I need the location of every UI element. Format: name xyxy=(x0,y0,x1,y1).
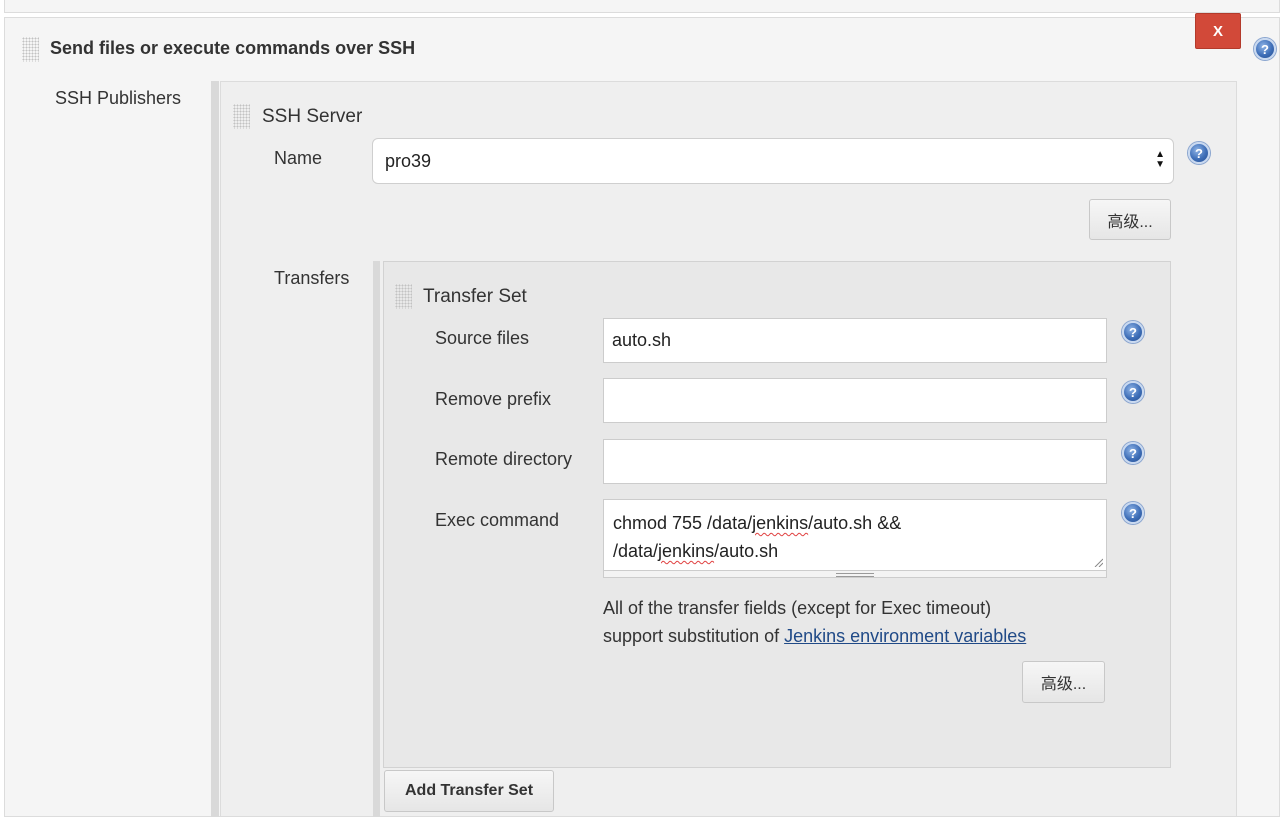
transfer-set-drag-handle-icon[interactable] xyxy=(395,284,412,309)
exec-command-help-icon[interactable]: ? xyxy=(1122,502,1144,524)
env-variables-link[interactable]: Jenkins environment variables xyxy=(784,626,1026,646)
remote-directory-help-icon[interactable]: ? xyxy=(1122,442,1144,464)
remove-prefix-label: Remove prefix xyxy=(435,389,552,409)
exec-command-line-2: /data/jenkins/auto.sh xyxy=(613,541,779,561)
note-line-2: support substitution of Jenkins environm… xyxy=(603,626,1027,646)
source-files-label: Source files xyxy=(435,328,530,348)
note-line-1: All of the transfer fields (except for E… xyxy=(603,598,992,618)
publishers-list-bar xyxy=(211,81,219,817)
exec-command-textarea[interactable]: chmod 755 /data/jenkins/auto.sh && /data… xyxy=(603,499,1107,571)
resize-corner-icon[interactable] xyxy=(1093,557,1103,567)
server-name-value: pro39 xyxy=(385,150,432,171)
server-name-select[interactable]: pro39 ▲ ▼ xyxy=(372,138,1174,184)
add-transfer-set-button[interactable]: Add Transfer Set xyxy=(384,770,554,812)
ssh-server-title: SSH Server xyxy=(262,106,363,127)
transfer-set-title: Transfer Set xyxy=(423,286,527,307)
remove-prefix-help-icon[interactable]: ? xyxy=(1122,381,1144,403)
transfers-list-bar xyxy=(373,261,380,817)
remote-directory-input[interactable] xyxy=(603,439,1107,484)
chevron-updown-icon: ▲ ▼ xyxy=(1155,149,1165,170)
remote-directory-label: Remote directory xyxy=(435,449,573,469)
delete-section-button[interactable]: X xyxy=(1195,13,1241,49)
exec-command-label: Exec command xyxy=(435,510,560,530)
source-files-help-icon[interactable]: ? xyxy=(1122,321,1144,343)
substitution-note: All of the transfer fields (except for E… xyxy=(603,594,1026,650)
name-label: Name xyxy=(274,148,323,168)
section-title: Send files or execute commands over SSH xyxy=(50,38,416,58)
transfer-advanced-button[interactable]: 高级... xyxy=(1022,661,1105,703)
section-help-icon[interactable]: ? xyxy=(1254,38,1276,60)
name-help-icon[interactable]: ? xyxy=(1188,142,1210,164)
section-drag-handle-icon[interactable] xyxy=(22,37,39,62)
source-files-input[interactable]: auto.sh xyxy=(603,318,1107,363)
server-drag-handle-icon[interactable] xyxy=(233,104,250,129)
previous-section-edge xyxy=(4,0,1280,13)
exec-command-line-1: chmod 755 /data/jenkins/auto.sh && xyxy=(613,513,902,533)
server-advanced-button[interactable]: 高级... xyxy=(1089,199,1171,240)
remove-prefix-input[interactable] xyxy=(603,378,1107,423)
resize-handle-icon[interactable] xyxy=(836,573,874,577)
ssh-publishers-label: SSH Publishers xyxy=(55,88,182,108)
transfers-label: Transfers xyxy=(274,268,350,288)
close-icon: X xyxy=(1212,22,1223,40)
